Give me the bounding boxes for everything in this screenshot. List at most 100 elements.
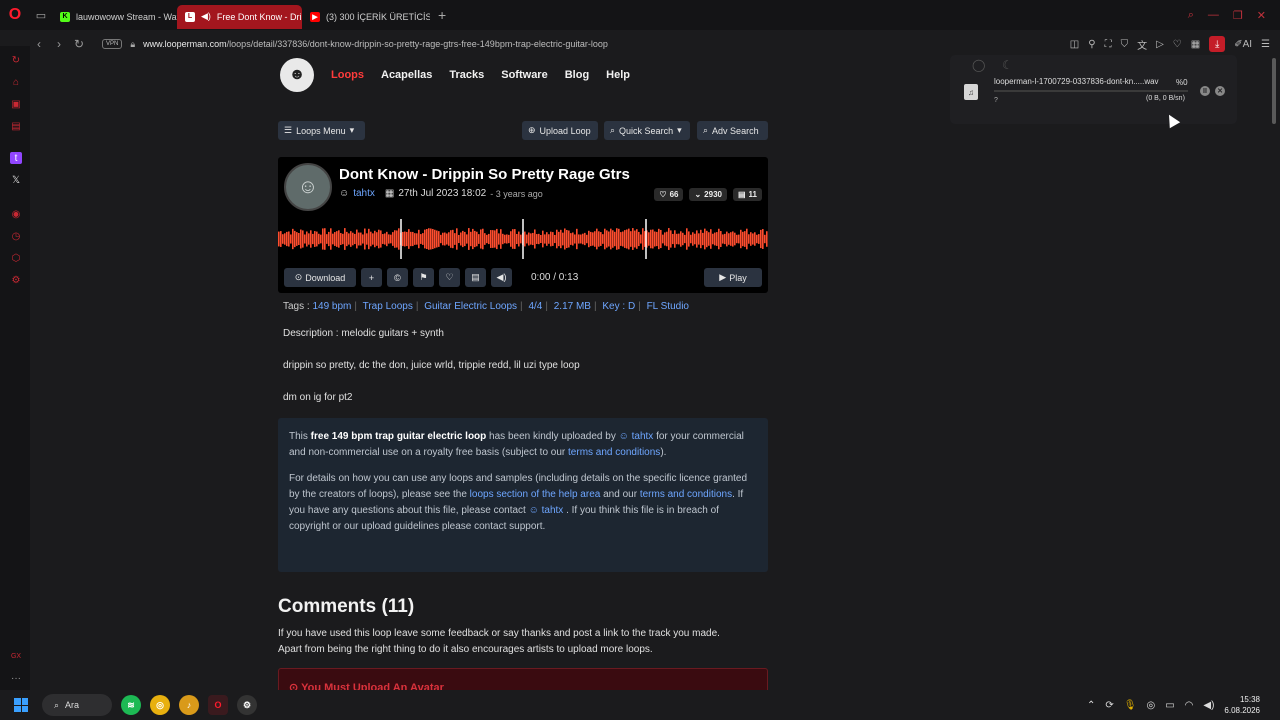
like-button[interactable]: ♡ xyxy=(439,268,460,287)
download-filename[interactable]: looperman-l-1700729-0337836-dont-kn.....… xyxy=(994,77,1159,86)
more-icon[interactable]: ··· xyxy=(10,672,22,684)
uploader-link[interactable]: tahtx xyxy=(353,188,375,199)
search-tabs-icon[interactable]: ⌕ xyxy=(1188,9,1194,22)
tag-link[interactable]: Trap Loops xyxy=(363,301,413,312)
nav-blog[interactable]: Blog xyxy=(565,69,589,81)
waveform-bar xyxy=(696,230,698,248)
help-link[interactable]: loops section of the help area xyxy=(470,489,601,500)
nav-loops[interactable]: Loops xyxy=(331,69,364,81)
opera-gx-icon[interactable]: O xyxy=(208,695,228,715)
play-extension-icon[interactable]: ▷ xyxy=(1156,39,1164,50)
easy-setup-icon[interactable]: ☰ xyxy=(1261,39,1270,50)
extension-icon[interactable]: ▦ xyxy=(1191,39,1200,50)
settings-icon[interactable]: ⚙ xyxy=(10,274,22,286)
spotify-icon[interactable]: ≋ xyxy=(121,695,141,715)
bag-icon[interactable]: ⌂ xyxy=(10,76,22,88)
display-icon[interactable]: ▭ xyxy=(1165,700,1174,711)
tab-island-icon[interactable]: ▭ xyxy=(30,0,52,30)
x-icon[interactable]: 𝕏 xyxy=(10,174,22,186)
waveform-bar xyxy=(650,229,652,249)
news-icon[interactable]: ▤ xyxy=(10,120,22,132)
taskbar-search[interactable]: ⌕ Ara xyxy=(42,694,112,716)
close-window-icon[interactable]: ✕ xyxy=(1257,9,1266,22)
terms-link[interactable]: terms and conditions xyxy=(640,489,732,500)
pause-icon[interactable]: II xyxy=(1200,86,1210,96)
snapshot-icon[interactable]: ⛶ xyxy=(1105,39,1112,50)
heart-icon[interactable]: ♡ xyxy=(1173,39,1182,50)
tab-stream[interactable]: K lauwowoww Stream - Watc xyxy=(52,5,177,29)
report-button[interactable]: ⚑ xyxy=(413,268,434,287)
loops-menu-button[interactable]: ☰ Loops Menu ▾ xyxy=(278,121,365,140)
uploader-avatar[interactable]: ☺ xyxy=(284,163,332,211)
shield-icon[interactable]: ⛉ xyxy=(1121,39,1129,50)
nav-help[interactable]: Help xyxy=(606,69,630,81)
cube-icon[interactable]: ⬡ xyxy=(10,252,22,264)
chevron-up-icon[interactable]: ⌃ xyxy=(1087,700,1095,711)
page-scrollbar[interactable] xyxy=(1272,58,1276,124)
twitch-icon[interactable]: t xyxy=(10,152,22,164)
back-icon[interactable]: ‹ xyxy=(30,37,48,51)
pin-icon[interactable]: ⚲ xyxy=(1088,39,1095,50)
clock[interactable]: 15:38 6.08.2026 xyxy=(1224,694,1260,716)
waveform-bar xyxy=(730,232,732,246)
windows-start-icon[interactable] xyxy=(14,698,28,712)
uploader-link[interactable]: ☺ tahtx xyxy=(619,431,654,442)
terms-link[interactable]: terms and conditions xyxy=(568,447,660,458)
nav-tracks[interactable]: Tracks xyxy=(449,69,484,81)
aria-ai-icon[interactable]: ✐AI xyxy=(1234,39,1252,50)
wifi-icon[interactable]: ◠ xyxy=(1185,700,1194,711)
tab-youtube[interactable]: ▶ (3) 300 İÇERİK ÜRETİCİSİN xyxy=(302,5,430,29)
network-icon[interactable]: ◎ xyxy=(1146,700,1155,711)
tag-link[interactable]: Guitar Electric Loops xyxy=(424,301,517,312)
volume-icon[interactable]: ◀) xyxy=(1203,700,1214,711)
forward-icon[interactable]: › xyxy=(50,37,68,51)
waveform-bar xyxy=(376,232,378,246)
tag-link[interactable]: 149 bpm xyxy=(312,301,351,312)
upload-loop-button[interactable]: ⊕ Upload Loop xyxy=(522,121,598,140)
uploader-link[interactable]: ☺ tahtx xyxy=(529,505,564,516)
waveform[interactable] xyxy=(278,219,768,259)
url-field[interactable]: www.looperman.com/loops/detail/337836/do… xyxy=(143,39,608,49)
quick-search-button[interactable]: ⌕ Quick Search ▾ xyxy=(604,121,690,140)
reload-icon[interactable]: ↻ xyxy=(70,37,88,51)
play-button[interactable]: ▶ Play xyxy=(704,268,762,287)
waveform-bar xyxy=(370,231,372,247)
vpn-badge[interactable]: VPN xyxy=(102,39,123,49)
messenger-icon[interactable]: ▣ xyxy=(10,98,22,110)
waveform-bar xyxy=(550,231,552,247)
player-icon[interactable]: ◉ xyxy=(10,208,22,220)
sync-icon[interactable]: ⟳ xyxy=(1105,700,1113,711)
tag-link[interactable]: Key : D xyxy=(602,301,635,312)
refresh-icon[interactable]: ↻ xyxy=(10,54,22,66)
lock-icon[interactable]: 🔒︎ xyxy=(130,39,135,50)
minimize-icon[interactable]: — xyxy=(1208,9,1219,22)
gx-icon[interactable]: GX xyxy=(10,650,22,662)
fl-studio-icon[interactable]: ♪ xyxy=(179,695,199,715)
nav-acapellas[interactable]: Acapellas xyxy=(381,69,432,81)
looperman-logo-icon[interactable]: ☻ xyxy=(280,58,314,92)
app-icon[interactable]: ⚙ xyxy=(237,695,257,715)
cancel-icon[interactable]: ✕ xyxy=(1215,86,1225,96)
tab-looperman[interactable]: L ◀) Free Dont Know - Dripp xyxy=(177,4,302,29)
opera-menu-icon[interactable]: O xyxy=(0,0,30,30)
tag-link[interactable]: 4/4 xyxy=(528,301,542,312)
comment-button[interactable]: ▤ xyxy=(465,268,486,287)
tag-link[interactable]: FL Studio xyxy=(647,301,689,312)
chrome-icon[interactable]: ◎ xyxy=(150,695,170,715)
download-button[interactable]: ⊙ Download xyxy=(284,268,356,287)
translate-icon[interactable]: 文 xyxy=(1137,37,1147,52)
add-button[interactable]: + xyxy=(361,268,382,287)
nav-software[interactable]: Software xyxy=(501,69,547,81)
maximize-icon[interactable]: ❐ xyxy=(1233,9,1243,22)
adv-search-button[interactable]: ⌕ Adv Search xyxy=(697,121,768,140)
mic-icon[interactable]: 🎙︎ xyxy=(1124,700,1137,711)
license-button[interactable]: © xyxy=(387,268,408,287)
history-icon[interactable]: ◷ xyxy=(10,230,22,242)
download-icon[interactable]: ⤓ xyxy=(1209,36,1226,52)
sidebar-toggle-icon[interactable]: ◫ xyxy=(1070,39,1079,50)
tag-link[interactable]: 2.17 MB xyxy=(554,301,591,312)
new-tab-button[interactable]: + xyxy=(430,7,454,23)
volume-button[interactable]: ◀) xyxy=(491,268,512,287)
waveform-bar xyxy=(708,232,710,246)
speaker-icon[interactable]: ◀) xyxy=(201,11,211,22)
